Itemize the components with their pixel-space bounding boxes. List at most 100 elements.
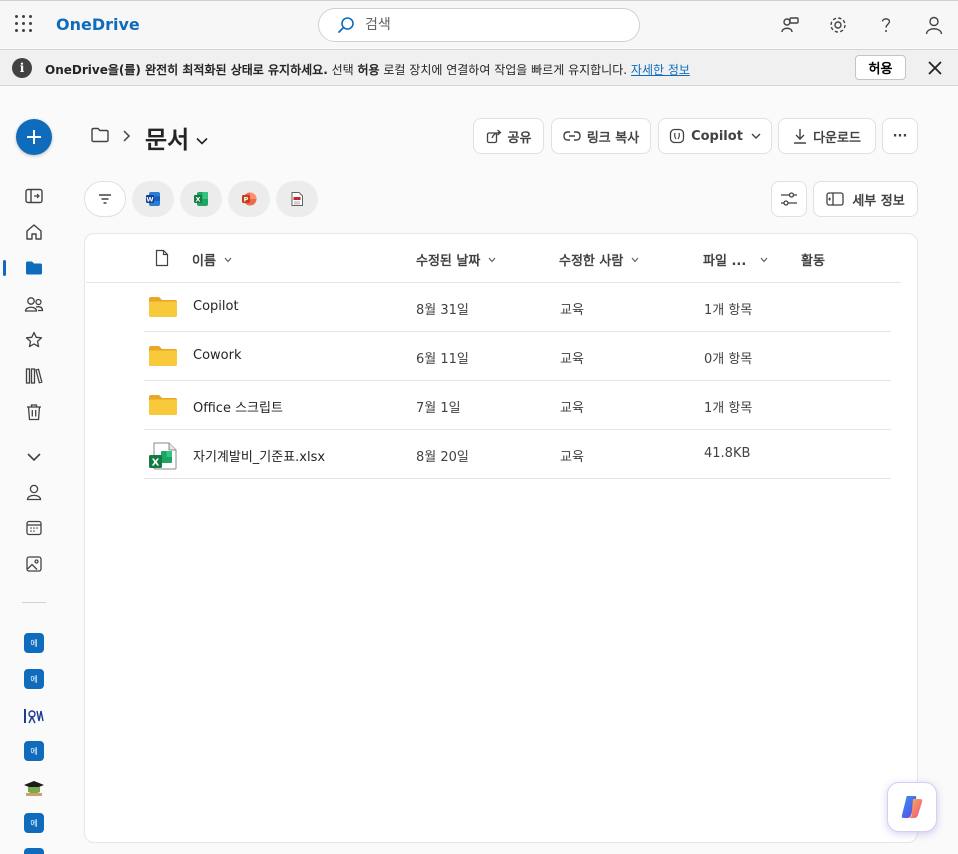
powerpoint-icon: P (242, 192, 257, 206)
svg-text:X: X (152, 458, 160, 469)
file-size: 1개 항목 (704, 401, 753, 416)
my-files-folder-icon[interactable] (22, 256, 46, 280)
people-icon[interactable] (22, 480, 46, 504)
share-button[interactable]: 공유 (473, 118, 544, 154)
breadcrumb-chevron-icon (122, 128, 132, 147)
row-divider (144, 478, 891, 479)
row-divider (144, 380, 891, 381)
file-name[interactable]: Cowork (193, 348, 242, 363)
search-box[interactable] (318, 8, 640, 42)
sort-chevron-icon (488, 257, 496, 262)
file-size: 1개 항목 (704, 303, 753, 318)
graduation-cap-icon[interactable] (22, 776, 46, 800)
details-pane-button[interactable]: 세부 정보 (813, 181, 918, 217)
nav-selected-indicator (3, 260, 6, 276)
details-pane-icon (826, 192, 844, 206)
sort-chevron-icon (760, 257, 768, 262)
word-icon: W (146, 192, 160, 206)
settings-gear-icon[interactable] (826, 13, 850, 37)
file-name[interactable]: Copilot (193, 299, 239, 314)
expand-more-chevron-icon[interactable] (22, 445, 46, 469)
copilot-outline-icon (669, 128, 685, 144)
filter-powerpoint-button[interactable]: P (228, 181, 270, 217)
allow-button[interactable]: 허용 (855, 55, 906, 80)
file-modified-by[interactable]: 교육 (560, 348, 584, 367)
copy-link-button[interactable]: 링크 복사 (551, 118, 651, 154)
info-icon: i (12, 58, 32, 78)
column-header-modified-by[interactable]: 수정한 사람 (559, 250, 639, 269)
folder-icon (148, 345, 178, 371)
copilot-logo-icon (901, 796, 923, 818)
copilot-chevron-down-icon (751, 133, 761, 139)
recycle-bin-icon[interactable] (22, 400, 46, 424)
app-launcher-icon[interactable] (15, 15, 33, 33)
site-shortcut-3-icon[interactable] (22, 704, 46, 728)
file-modified: 8월 20일 (416, 450, 469, 465)
page-title[interactable]: 문서 (145, 120, 189, 155)
share-icon (486, 129, 502, 144)
notification-message: OneDrive을(를) 완전히 최적화된 상태로 유지하세요. 선택 허용 로… (45, 63, 690, 77)
file-size: 41.8KB (704, 446, 751, 461)
breadcrumb-folder-icon[interactable] (90, 126, 110, 148)
title-chevron-down-icon[interactable] (196, 130, 208, 149)
site-shortcut-7[interactable] (24, 848, 44, 854)
search-icon (338, 17, 354, 33)
copilot-chat-button[interactable] (887, 782, 937, 832)
close-icon[interactable] (925, 58, 945, 78)
file-modified: 6월 11일 (416, 352, 469, 367)
file-modified-by[interactable]: 교육 (560, 397, 584, 416)
more-actions-button[interactable]: ··· (882, 118, 918, 154)
view-options-button[interactable] (771, 181, 807, 217)
favorites-star-icon[interactable] (22, 328, 46, 352)
sliders-icon (781, 192, 797, 206)
copilot-button[interactable]: Copilot (658, 118, 772, 154)
svg-text:X: X (195, 196, 200, 204)
search-input[interactable] (365, 17, 615, 33)
svg-text:P: P (244, 196, 249, 204)
notification-bar: i OneDrive을(를) 완전히 최적화된 상태로 유지하세요. 선택 허용… (0, 49, 958, 86)
photos-icon[interactable] (22, 552, 46, 576)
file-modified: 8월 31일 (416, 303, 469, 318)
download-button[interactable]: 다운로드 (778, 118, 876, 154)
column-header-file-size[interactable]: 파일 ... (703, 250, 768, 269)
help-icon[interactable] (874, 13, 898, 37)
app-brand[interactable]: OneDrive (56, 15, 140, 34)
filter-button[interactable] (84, 181, 126, 217)
calendar-icon[interactable] (22, 516, 46, 540)
share-hub-icon[interactable] (778, 13, 802, 37)
filter-pdf-button[interactable] (276, 181, 318, 217)
plus-icon (27, 130, 41, 144)
excel-file-icon: X (148, 442, 178, 474)
excel-icon: X (194, 192, 208, 206)
pdf-icon (291, 192, 303, 206)
create-new-button[interactable] (16, 119, 52, 155)
column-header-name[interactable]: 이름 (192, 250, 232, 269)
site-shortcut-2[interactable]: 에 (24, 669, 44, 689)
filter-icon (99, 194, 111, 204)
file-modified: 7월 1일 (416, 401, 461, 416)
site-shortcut-6[interactable]: 에 (24, 813, 44, 833)
row-divider (144, 429, 891, 430)
libraries-icon[interactable] (22, 364, 46, 388)
file-name[interactable]: 자기계발비_기준표.xlsx (193, 446, 325, 465)
home-icon[interactable] (22, 220, 46, 244)
folder-icon (148, 296, 178, 322)
svg-text:W: W (146, 196, 153, 204)
file-name[interactable]: Office 스크립트 (193, 397, 283, 416)
learn-more-link[interactable]: 자세한 정보 (631, 63, 690, 77)
file-modified-by[interactable]: 교육 (560, 446, 584, 465)
column-header-modified[interactable]: 수정된 날짜 (416, 250, 496, 269)
site-shortcut-1[interactable]: 에 (24, 633, 44, 653)
sort-chevron-icon (224, 257, 232, 262)
shared-people-icon[interactable] (22, 292, 46, 316)
column-header-activity[interactable]: 활동 (801, 250, 825, 269)
file-modified-by[interactable]: 교육 (560, 299, 584, 318)
account-icon[interactable] (922, 13, 946, 37)
filter-word-button[interactable]: W (132, 181, 174, 217)
rail-divider (22, 602, 46, 603)
file-type-column-icon[interactable] (155, 249, 169, 271)
nav-collapse-icon[interactable] (22, 184, 46, 208)
site-shortcut-4[interactable]: 에 (24, 741, 44, 761)
filter-excel-button[interactable]: X (180, 181, 222, 217)
header-divider (86, 282, 901, 283)
